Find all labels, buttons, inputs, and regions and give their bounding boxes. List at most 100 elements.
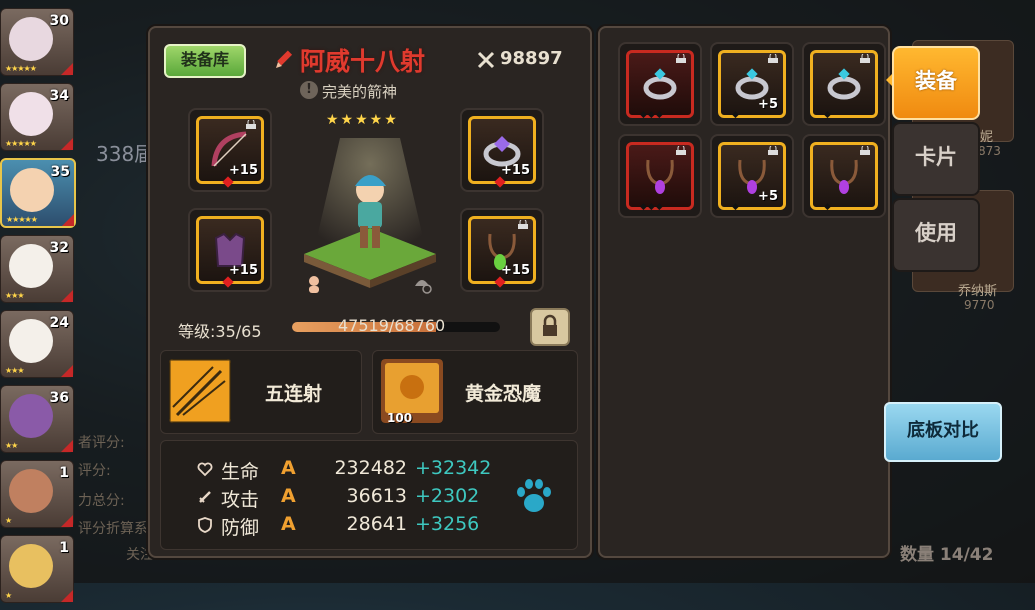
rarity-dots: ◆◆◆ [640, 202, 664, 212]
lock-icon [518, 220, 528, 229]
tab-use[interactable]: 使用 [892, 198, 980, 272]
hero-portrait [304, 138, 436, 288]
hero-avatar[interactable]: 24 ★★★ [0, 310, 74, 378]
hero-star-rating: ★ [5, 516, 12, 525]
exclamation-icon: ! [300, 81, 318, 99]
hero-equipment-panel: 装备库 阿威十八射 98897 ! 完美的箭神 ★★★★★ +15 +15 +1… [148, 26, 592, 558]
stat-name: 防御 [221, 517, 260, 539]
inventory-item[interactable]: ◆◆◆ [618, 134, 702, 218]
equip-slot-ring[interactable]: +15 [460, 108, 544, 192]
rarity-corner [61, 290, 73, 302]
background-hero-name: 妮 [980, 130, 994, 145]
background-hero-value-2: 9770 [964, 298, 995, 312]
hero-star-rating: ★ [5, 591, 12, 600]
rarity-dots: ◆ [824, 202, 832, 212]
hero-face [9, 17, 53, 61]
enhance-level: +15 [501, 163, 530, 178]
background-hero-name-2: 乔纳斯 [958, 284, 998, 299]
stat-name: 攻击 [221, 489, 260, 511]
enhance-level: +5 [758, 97, 778, 112]
stat-bonus: +32342 [415, 457, 492, 479]
character-icon[interactable] [304, 274, 324, 294]
hero-face [9, 469, 53, 513]
stat-grade: A [281, 457, 296, 479]
hero-avatar[interactable]: 1 ★ [0, 535, 74, 603]
stat-bonus: +3256 [415, 513, 480, 535]
equip-slot-weapon[interactable]: +15 [188, 108, 272, 192]
enhance-level: +5 [758, 189, 778, 204]
hero-avatar[interactable]: 1 ★ [0, 460, 74, 528]
background-hero-value: 873 [978, 144, 1001, 158]
card-name: 黄金恐魔 [465, 383, 542, 405]
rarity-corner [61, 138, 73, 150]
pencil-icon[interactable] [274, 48, 296, 70]
necklace-icon [830, 159, 858, 194]
stat-value: 232482 [334, 457, 407, 479]
inventory-item[interactable]: ◆ [802, 134, 886, 218]
rarity-dots: ◆ [732, 202, 740, 212]
hero-face [9, 244, 53, 288]
stat-grade: A [281, 513, 296, 535]
lock-icon [246, 120, 256, 129]
rarity-corner [61, 365, 73, 377]
multi-arrow-skill-icon [169, 359, 231, 423]
hero-avatar[interactable]: 32 ★★★ [0, 235, 74, 303]
rarity-corner [61, 590, 73, 602]
necklace-icon [646, 159, 674, 194]
hero-level-badge: 24 [49, 315, 69, 331]
heart-icon [197, 462, 213, 477]
xp-text: 47519/68760 [338, 316, 446, 335]
hero-level-badge: 36 [49, 390, 69, 406]
tab-cards[interactable]: 卡片 [892, 122, 980, 196]
background-score-label-4: 评分折算系 [78, 521, 148, 537]
paw-icon[interactable] [513, 475, 555, 517]
lock-icon [860, 146, 870, 155]
equipment-library-button[interactable]: 装备库 [164, 44, 246, 78]
hero-face [9, 319, 53, 363]
inventory-count: 数量 14/42 [900, 545, 994, 565]
padlock-icon [543, 314, 557, 336]
inventory-item[interactable]: ◆◆◆ [618, 42, 702, 126]
hero-level: 等级:35/65 [178, 322, 262, 341]
lock-button[interactable] [530, 308, 570, 346]
stat-value: 28641 [346, 513, 407, 535]
hero-level-badge: 1 [59, 465, 69, 481]
compare-button[interactable]: 底板对比 [884, 402, 1002, 462]
card-count: 100 [387, 411, 413, 425]
hero-avatar[interactable]: 35 ★★★★★ [0, 158, 76, 228]
hero-level-badge: 1 [59, 540, 69, 556]
hero-stars: ★★★★★ [326, 112, 399, 128]
stat-name: 生命 [221, 461, 260, 483]
equip-slot-necklace[interactable]: +15 [460, 208, 544, 292]
lock-icon [768, 54, 778, 63]
enhance-level: +15 [229, 163, 258, 178]
equip-slot-armor[interactable]: +15 [188, 208, 272, 292]
lock-icon [676, 146, 686, 155]
lock-icon [860, 54, 870, 63]
hero-face [9, 394, 53, 438]
hero-level-badge: 30 [49, 13, 69, 29]
stat-defense: 防御 A 28641 +3256 [197, 513, 497, 539]
background-score-label-3: 力总分: [78, 493, 125, 509]
hero-avatar[interactable]: 34 ★★★★★ [0, 83, 74, 151]
rarity-dots: ◆ [732, 110, 740, 120]
card-slot[interactable]: 100 黄金恐魔 [372, 350, 578, 434]
stat-bonus: +2302 [415, 485, 480, 507]
background-rank: 338届 [96, 142, 155, 166]
skill-slot[interactable]: 五连射 [160, 350, 362, 434]
hero-avatar[interactable]: 36 ★★ [0, 385, 74, 453]
hide-hat-icon[interactable] [412, 274, 432, 294]
hero-avatar[interactable]: 30 ★★★★★ [0, 8, 74, 76]
hero-title: 完美的箭神 [322, 83, 398, 101]
inventory-item[interactable]: +5 ◆ [710, 42, 794, 126]
tab-equipment[interactable]: 装备 [892, 46, 980, 120]
combat-power: 98897 [500, 48, 563, 69]
sword-icon [199, 491, 211, 503]
enhance-level: +15 [229, 263, 258, 278]
rarity-corner [61, 440, 73, 452]
inventory-item[interactable]: ◆ [802, 42, 886, 126]
inventory-item[interactable]: +5 ◆ [710, 134, 794, 218]
hero-star-rating: ★★ [5, 441, 18, 450]
crossed-swords-icon [477, 51, 495, 69]
stat-hp: 生命 A 232482 +32342 [197, 457, 497, 483]
